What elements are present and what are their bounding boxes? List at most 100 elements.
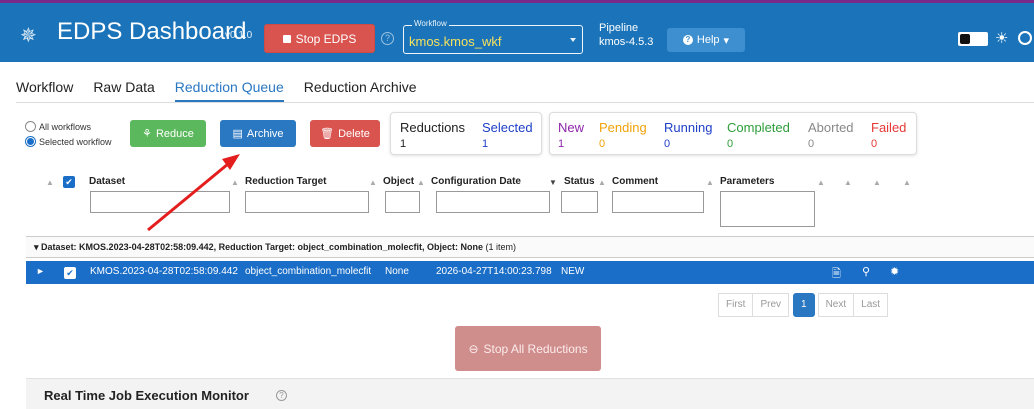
radio-selected-workflow[interactable]: Selected workflow [25, 136, 112, 147]
document-icon[interactable]: 🗎 [832, 265, 841, 284]
pager-last[interactable]: Last [853, 293, 889, 317]
tab-raw-data[interactable]: Raw Data [93, 76, 154, 102]
stat-new: New 1 [558, 120, 585, 150]
pager-next[interactable]: Next [817, 293, 855, 317]
gear-icon[interactable]: ✹ [890, 265, 899, 278]
col-status[interactable]: Status [564, 176, 595, 187]
sort-desc-icon[interactable]: ▼ [549, 178, 557, 187]
theme-toggle[interactable] [958, 32, 988, 46]
radio-icon [25, 121, 36, 132]
reduce-icon: ⚘ [142, 128, 152, 140]
sort-icon[interactable]: ▲ [873, 178, 881, 187]
stop-circle-icon: ⊖ [468, 341, 479, 356]
archive-icon: ▤ [232, 128, 243, 140]
sort-icon[interactable]: ▲ [417, 178, 425, 187]
stat-aborted-value: 0 [808, 138, 815, 150]
archive-label: Archive [246, 127, 284, 140]
sort-icon[interactable]: ▲ [231, 178, 239, 187]
group-label: Dataset: KMOS.2023-04-28T02:58:09.442, R… [41, 242, 483, 252]
stat-pending-value: 0 [599, 138, 606, 150]
sort-icon[interactable]: ▲ [903, 178, 911, 187]
col-reduction-target[interactable]: Reduction Target [245, 176, 326, 187]
col-configuration-date[interactable]: Configuration Date [431, 176, 521, 187]
stat-completed-value: 0 [727, 138, 734, 150]
stop-help-icon[interactable]: ? [381, 32, 394, 45]
stat-running: Running 0 [664, 120, 713, 150]
col-dataset[interactable]: Dataset [89, 176, 125, 187]
pipeline-label: Pipeline [599, 22, 639, 34]
stat-selected: Selected 1 [482, 120, 533, 150]
sort-icon[interactable]: ▲ [46, 178, 54, 187]
row-object: None [385, 266, 409, 277]
filter-configuration-date[interactable] [436, 191, 550, 213]
help-dropdown-button[interactable]: ? Help ▾ [667, 28, 745, 52]
stat-running-value: 0 [664, 138, 671, 150]
radio-all-workflows[interactable]: All workflows [25, 121, 91, 132]
radio-selected-icon [25, 136, 36, 147]
tab-reduction-queue[interactable]: Reduction Queue [174, 76, 284, 102]
chevron-down-icon: ▾ [723, 34, 730, 47]
stop-all-reductions-button[interactable]: ⊖ Stop All Reductions [455, 326, 601, 371]
group-row[interactable]: ▾ Dataset: KMOS.2023-04-28T02:58:09.442,… [26, 236, 1034, 258]
sort-icon[interactable]: ▲ [369, 178, 377, 187]
stop-icon [282, 34, 291, 43]
sort-icon[interactable]: ▲ [598, 178, 606, 187]
stop-edps-label: Stop EDPS [295, 31, 357, 46]
sort-icon[interactable]: ▲ [817, 178, 825, 187]
pager-prev[interactable]: Prev [752, 293, 790, 317]
stat-selected-value: 1 [482, 138, 489, 150]
row-status: NEW [561, 266, 585, 277]
main-tabs: Workflow Raw Data Reduction Queue Reduct… [16, 76, 437, 102]
search-icon[interactable]: ⚲ [862, 265, 870, 278]
trash-icon: 🗑 [320, 128, 335, 140]
filter-parameters[interactable] [720, 191, 815, 227]
pagination: First Prev 1 Next Last [718, 293, 889, 317]
stat-completed: Completed 0 [727, 120, 790, 150]
filter-reduction-target[interactable] [245, 191, 369, 213]
row-config-date: 2026-04-27T14:00:23.798 [436, 266, 552, 277]
workflow-select[interactable]: Workflow kmos.kmos_wkf [403, 19, 583, 54]
stat-reductions: Reductions 1 [400, 120, 466, 150]
status-summary: New 1 Pending 0 Running 0 Completed 0 Ab… [549, 112, 917, 155]
job-monitor-panel: Real Time Job Execution Monitor ? [26, 378, 1034, 409]
reductions-summary: Reductions 1 Selected 1 [390, 112, 542, 155]
expand-icon[interactable]: ► [36, 266, 45, 276]
stop-edps-button[interactable]: Stop EDPS [264, 24, 375, 53]
filter-object[interactable] [385, 191, 420, 213]
stat-reductions-value: 1 [400, 138, 407, 150]
tab-reduction-archive[interactable]: Reduction Archive [304, 76, 417, 102]
tab-workflow[interactable]: Workflow [16, 76, 73, 102]
select-all-checkbox[interactable]: ✔ [63, 176, 75, 188]
sort-icon[interactable]: ▲ [844, 178, 852, 187]
stat-failed: Failed 0 [871, 120, 907, 150]
radio-selected-label: Selected workflow [39, 136, 112, 147]
sort-icon[interactable]: ▲ [706, 178, 714, 187]
collapse-icon[interactable]: ▾ [34, 242, 39, 252]
col-object[interactable]: Object [383, 176, 414, 187]
col-comment[interactable]: Comment [612, 176, 658, 187]
pipeline-value: kmos-4.5.3 [599, 36, 654, 48]
monitor-help-icon[interactable]: ? [276, 390, 287, 401]
workflow-value: kmos.kmos_wkf [409, 34, 502, 49]
delete-button[interactable]: 🗑 Delete [310, 120, 380, 147]
table-row[interactable]: ► ✔ KMOS.2023-04-28T02:58:09.442 object_… [26, 261, 1034, 284]
row-checkbox[interactable]: ✔ [64, 267, 76, 279]
reduce-button[interactable]: ⚘ Reduce [130, 120, 206, 147]
filter-status[interactable] [561, 191, 598, 213]
filter-comment[interactable] [612, 191, 704, 213]
moon-icon[interactable] [1018, 31, 1032, 45]
group-count: (1 item) [485, 242, 517, 252]
delete-label: Delete [338, 127, 370, 140]
archive-button[interactable]: ▤ Archive [220, 120, 296, 147]
chevron-down-icon [570, 38, 576, 42]
edps-logo-icon: ✵ [20, 25, 37, 47]
table-header: ▲ ✔ Dataset ▲ Reduction Target ▲ Object … [26, 172, 1034, 232]
col-parameters[interactable]: Parameters [720, 176, 774, 187]
pager-first[interactable]: First [718, 293, 754, 317]
sun-icon[interactable]: ☀ [995, 29, 1008, 47]
row-dataset: KMOS.2023-04-28T02:58:09.442 [90, 266, 238, 277]
filter-dataset[interactable] [90, 191, 230, 213]
pager-page-1[interactable]: 1 [793, 293, 815, 317]
stat-new-value: 1 [558, 138, 565, 150]
toggle-knob [960, 34, 970, 44]
